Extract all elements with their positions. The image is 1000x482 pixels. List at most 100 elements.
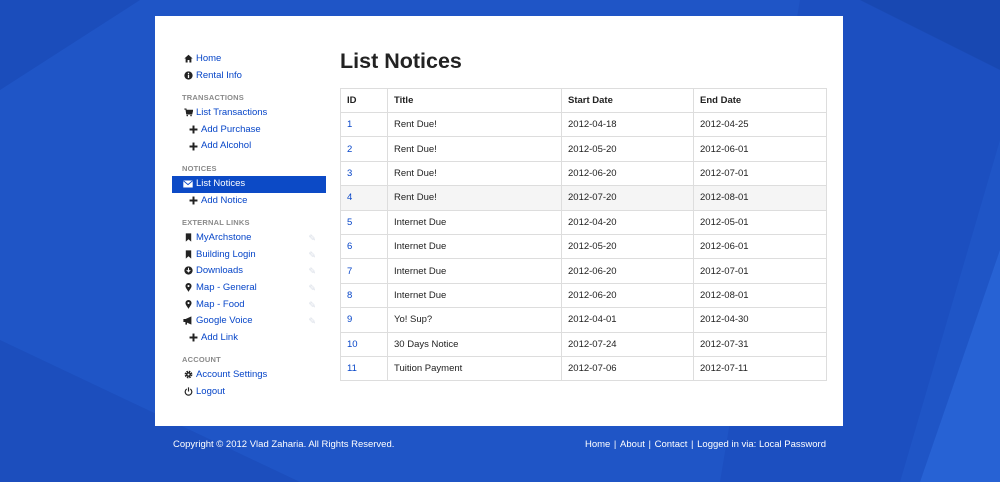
edit-pencil-icon[interactable]: ✎ bbox=[308, 263, 316, 280]
notice-id-link[interactable]: 8 bbox=[347, 290, 352, 301]
notice-title-cell: Rent Due! bbox=[387, 111, 562, 138]
table-row[interactable]: 2 Rent Due! 2012-05-20 2012-06-01 bbox=[340, 136, 827, 162]
sidebar-item-label: Rental Info bbox=[196, 69, 242, 81]
notice-id-link[interactable]: 2 bbox=[347, 144, 352, 155]
edit-pencil-icon[interactable]: ✎ bbox=[308, 313, 316, 330]
notice-title-cell: Internet Due bbox=[387, 282, 562, 309]
sidebar-item-downloads[interactable]: Downloads ✎ bbox=[172, 263, 326, 280]
notice-id-cell[interactable]: 5 bbox=[340, 209, 388, 235]
table-row[interactable]: 10 30 Days Notice 2012-07-24 2012-07-31 bbox=[340, 331, 827, 357]
download-circle-icon bbox=[182, 263, 194, 280]
sidebar-item-label: List Transactions bbox=[196, 107, 268, 119]
plus-icon bbox=[187, 193, 199, 210]
notice-id-cell[interactable]: 1 bbox=[340, 111, 388, 138]
footer-link-about[interactable]: About bbox=[620, 439, 645, 450]
column-header-title[interactable]: Title bbox=[387, 88, 562, 113]
sidebar-item-label: Downloads bbox=[196, 265, 243, 277]
notice-id-link[interactable]: 7 bbox=[347, 266, 352, 277]
sidebar-item-add-link[interactable]: Add Link bbox=[172, 330, 326, 347]
column-header-start-date[interactable]: Start Date bbox=[561, 88, 694, 113]
table-row[interactable]: 7 Internet Due 2012-06-20 2012-07-01 bbox=[340, 258, 827, 284]
notice-id-cell[interactable]: 10 bbox=[340, 331, 388, 357]
notice-id-link[interactable]: 6 bbox=[347, 241, 352, 252]
sidebar-item-logout[interactable]: Logout bbox=[172, 384, 326, 401]
logged-in-method-link[interactable]: Local Password bbox=[759, 439, 826, 450]
table-header-row: ID Title Start Date End Date bbox=[340, 88, 827, 113]
start-date-cell: 2012-06-20 bbox=[561, 258, 694, 284]
notice-id-cell[interactable]: 3 bbox=[340, 160, 388, 187]
table-row[interactable]: 6 Internet Due 2012-05-20 2012-06-01 bbox=[340, 233, 827, 260]
sidebar-item-add-notice[interactable]: Add Notice bbox=[172, 193, 326, 210]
table-row[interactable]: 5 Internet Due 2012-04-20 2012-05-01 bbox=[340, 209, 827, 235]
sidebar-item-account-settings[interactable]: Account Settings bbox=[172, 367, 326, 384]
sidebar-item-label: Building Login bbox=[196, 248, 256, 260]
sidebar-item-map-food[interactable]: Map - Food ✎ bbox=[172, 297, 326, 314]
column-header-end-date[interactable]: End Date bbox=[693, 88, 827, 113]
sidebar-item-google-voice[interactable]: Google Voice ✎ bbox=[172, 313, 326, 330]
sidebar-section-header: ACCOUNT bbox=[182, 355, 221, 365]
column-header-id[interactable]: ID bbox=[340, 88, 388, 113]
sidebar-item-rental-info[interactable]: Rental Info bbox=[172, 68, 326, 85]
notice-id-link[interactable]: 3 bbox=[347, 168, 352, 179]
notice-id-link[interactable]: 1 bbox=[347, 119, 352, 130]
notice-title-cell: Internet Due bbox=[387, 233, 562, 260]
table-row[interactable]: 1 Rent Due! 2012-04-18 2012-04-25 bbox=[340, 111, 827, 138]
start-date-cell: 2012-07-20 bbox=[561, 185, 694, 211]
page-title: List Notices bbox=[340, 49, 462, 73]
notice-id-link[interactable]: 10 bbox=[347, 339, 358, 350]
end-date-cell: 2012-04-30 bbox=[693, 307, 827, 333]
cog-icon bbox=[182, 367, 194, 384]
end-date-cell: 2012-07-01 bbox=[693, 160, 827, 187]
cart-icon bbox=[182, 105, 194, 122]
sidebar-item-building-login[interactable]: Building Login ✎ bbox=[172, 247, 326, 264]
sidebar-section-header: NOTICES bbox=[182, 163, 217, 173]
notice-id-cell[interactable]: 4 bbox=[340, 185, 388, 211]
sidebar-item-map-general[interactable]: Map - General ✎ bbox=[172, 280, 326, 297]
sidebar-nav: Home Rental Info TRANSACTIONS List Transact… bbox=[172, 51, 326, 401]
notice-id-cell[interactable]: 11 bbox=[340, 355, 388, 382]
sidebar-item-add-alcohol[interactable]: Add Alcohol bbox=[172, 138, 326, 155]
end-date-cell: 2012-08-01 bbox=[693, 282, 827, 309]
notice-id-cell[interactable]: 6 bbox=[340, 233, 388, 260]
footer-link-contact[interactable]: Contact bbox=[655, 439, 688, 450]
notice-id-link[interactable]: 4 bbox=[347, 192, 352, 203]
table-row[interactable]: 9 Yo! Sup? 2012-04-01 2012-04-30 bbox=[340, 307, 827, 333]
edit-pencil-icon[interactable]: ✎ bbox=[308, 297, 316, 314]
edit-pencil-icon[interactable]: ✎ bbox=[308, 230, 316, 247]
footer-separator: | bbox=[645, 439, 654, 450]
notice-id-cell[interactable]: 2 bbox=[340, 136, 388, 162]
start-date-cell: 2012-07-06 bbox=[561, 355, 694, 382]
footer-link-home[interactable]: Home bbox=[585, 439, 610, 450]
sidebar-item-list-notices[interactable]: List Notices bbox=[172, 175, 326, 193]
footer-separator: | bbox=[611, 439, 620, 450]
bullhorn-icon bbox=[182, 313, 194, 330]
sidebar-item-myarchstone[interactable]: MyArchstone ✎ bbox=[172, 230, 326, 247]
plus-icon bbox=[187, 122, 199, 139]
notice-id-link[interactable]: 11 bbox=[347, 363, 357, 374]
notice-id-cell[interactable]: 8 bbox=[340, 282, 388, 309]
sidebar-item-label: Add Link bbox=[201, 331, 238, 343]
table-row[interactable]: 11 Tuition Payment 2012-07-06 2012-07-11 bbox=[340, 355, 827, 382]
table-row[interactable]: 4 Rent Due! 2012-07-20 2012-08-01 bbox=[340, 185, 827, 211]
table-row[interactable]: 3 Rent Due! 2012-06-20 2012-07-01 bbox=[340, 160, 827, 187]
end-date-cell: 2012-07-31 bbox=[693, 331, 827, 357]
notice-id-link[interactable]: 9 bbox=[347, 314, 352, 325]
notice-id-link[interactable]: 5 bbox=[347, 217, 352, 228]
sidebar-item-label: Account Settings bbox=[196, 369, 268, 381]
sidebar-item-label: Map - Food bbox=[196, 298, 245, 310]
notice-id-cell[interactable]: 9 bbox=[340, 307, 388, 333]
sidebar-item-label: Add Purchase bbox=[201, 123, 261, 135]
start-date-cell: 2012-07-24 bbox=[561, 331, 694, 357]
sidebar-section-header: TRANSACTIONS bbox=[182, 93, 244, 103]
edit-pencil-icon[interactable]: ✎ bbox=[308, 247, 316, 264]
sidebar-item-home[interactable]: Home bbox=[172, 51, 326, 68]
sidebar-item-list-transactions[interactable]: List Transactions bbox=[172, 105, 326, 122]
end-date-cell: 2012-04-25 bbox=[693, 111, 827, 138]
notice-id-cell[interactable]: 7 bbox=[340, 258, 388, 284]
start-date-cell: 2012-04-01 bbox=[561, 307, 694, 333]
notices-table: ID Title Start Date End Date 1 Rent Due! 2012… bbox=[340, 88, 827, 382]
home-icon bbox=[182, 51, 194, 68]
table-row[interactable]: 8 Internet Due 2012-06-20 2012-08-01 bbox=[340, 282, 827, 309]
edit-pencil-icon[interactable]: ✎ bbox=[308, 280, 316, 297]
sidebar-item-add-purchase[interactable]: Add Purchase bbox=[172, 122, 326, 139]
